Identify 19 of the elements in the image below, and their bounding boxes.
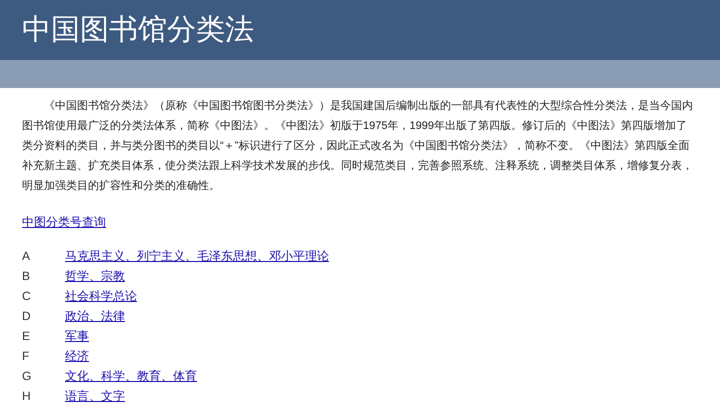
category-link[interactable]: 政治、法律: [65, 307, 125, 325]
category-link[interactable]: 经济: [65, 347, 89, 365]
category-code: C: [22, 288, 32, 305]
category-code: H: [22, 388, 32, 405]
intro-paragraph: 《中国图书馆分类法》（原称《中国图书馆图书分类法》）是我国建国后编制出版的一部具有代表性的大型综合性分类法，是当今国内图书馆使用最广泛的分类法体系，简称《中图法》。《中图法》初版于1975年，1999年出版了第四版。修订后的《中图法》第四版增加了类分资料的类目，并与类分图书的类目以“＋”标识进行了区分，因此正式改名为《中国图书馆分类法》，简称不变。《中图法》第四版全面补充新主题、扩充类目体系，使分类法跟上科学技术发展的步伐。同时规范类目，完善参照系统、注释系统，调整类目体系，增修复分表，明显加强类目的扩容性和分类的准确性。: [22, 98, 694, 194]
category-link[interactable]: 军事: [65, 327, 89, 345]
category-code: D: [22, 308, 32, 325]
category-link[interactable]: 语言、文字: [65, 387, 125, 405]
category-link[interactable]: 社会科学总论: [65, 287, 137, 305]
category-code: E: [22, 328, 32, 345]
page-title: 中国图书馆分类法: [22, 16, 254, 44]
category-link[interactable]: 文化、科学、教育、体育: [65, 367, 197, 385]
category-code: G: [22, 368, 32, 385]
category-code: A: [22, 248, 32, 265]
category-code: B: [22, 268, 32, 285]
category-link[interactable]: 马克思主义、列宁主义、毛泽东思想、邓小平理论: [65, 247, 329, 265]
lookup-link[interactable]: 中图分类号查询: [22, 215, 106, 229]
category-code: F: [22, 348, 30, 365]
category-link[interactable]: 哲学、宗教: [65, 267, 125, 285]
